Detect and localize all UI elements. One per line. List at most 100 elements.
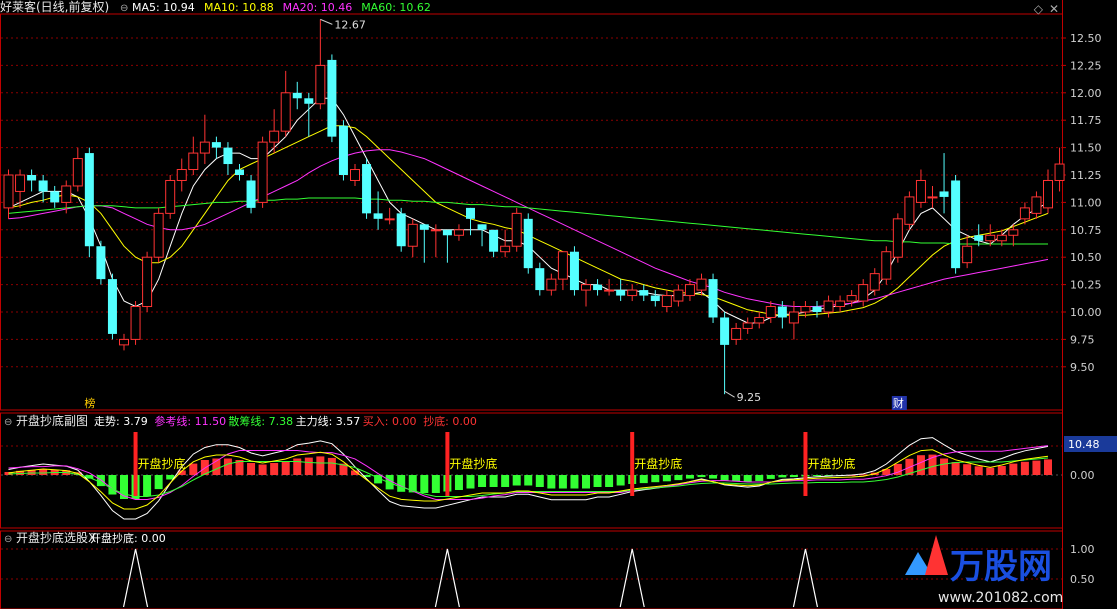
candle-body-down [84,153,94,247]
sub2-signal-peak [122,548,149,608]
candle-body-up [835,300,846,308]
candle-body-up [985,234,996,242]
histogram-bar-up [974,466,983,475]
candle-body-down [373,213,383,219]
candle-body-up [130,306,141,340]
histogram-bar-up [997,466,1006,475]
histogram-bar-down [593,475,602,487]
candle-body-down [107,279,117,334]
histogram-bar-up [951,462,960,475]
candle-body-down [523,218,533,269]
histogram-bar-up [304,457,313,475]
candle-body-up [858,284,869,302]
histogram-bar-down [605,475,614,487]
candle-body-down [650,295,660,302]
candle-body-up [823,300,834,313]
candle-body-down [489,229,499,252]
candle-body-down [616,290,626,296]
candle-body-down [235,169,244,175]
price-axis-label: 12.00 [1070,87,1102,100]
histogram-bar-down [120,475,128,499]
candle-body-up [846,295,857,302]
sub1-legend: 走势: 3.79 [94,415,148,428]
price-axis-label: 10.00 [1070,306,1102,319]
candle-body-up [696,278,707,291]
histogram-bar-down [489,475,498,487]
candle-body-down [951,180,961,269]
histogram-bar-up [1044,459,1052,475]
histogram-bar-up [293,458,302,475]
sub2-signal-peak [434,548,460,608]
candle-body-down [442,229,452,236]
candle-body-up [661,295,672,308]
histogram-bar-down [616,475,625,486]
histogram-bar-down [431,475,440,493]
sub2-title: 开盘抄底选股X [16,530,96,545]
sub1-title: 开盘抄底副图 [16,413,88,428]
histogram-bar-down [766,475,775,479]
candle-body-up [904,196,915,225]
price-axis-label: 11.00 [1070,196,1102,209]
candle-body-down [246,180,256,208]
sub2-axis-label: 0.50 [1070,573,1095,586]
price-axis-label: 10.25 [1070,279,1102,292]
histogram-bar-up [281,461,290,475]
candle-body-up [996,234,1007,242]
candle-body-down [720,317,730,345]
histogram-bar-down [154,475,163,490]
price-axis-label: 12.25 [1070,59,1102,72]
histogram-bar-up [986,467,995,475]
histogram-bar-down [582,475,590,489]
histogram-bar-down [501,475,510,487]
histogram-bar-down [732,475,741,481]
candle-body-up [684,284,695,297]
histogram-bar-up [316,456,325,475]
candle-body-down [38,180,48,192]
histogram-bar-down [420,475,429,493]
low-label: 9.25 [737,391,762,404]
candle-body-up [892,218,903,258]
candle-body-down [304,98,314,104]
ma-legend: MA10: 10.88 [204,1,274,14]
candle-body-up [742,322,753,329]
candle-body-up [557,251,568,280]
candle-body-up [350,169,360,181]
candle-body-down [292,92,302,99]
histogram-bar-down [143,475,152,496]
candle-body-up [1031,196,1042,214]
signal-label: 开盘抄底 [634,456,682,471]
candle-body-up [765,306,776,318]
histogram-bar-down [524,475,533,486]
candle-body-down [338,125,348,175]
candle-body-down [396,213,406,247]
candle-body-down [535,268,545,291]
chart-canvas[interactable]: 12.50 12.25 12.00 11.75 11.50 11.25 11.00 10.75… [0,0,1117,609]
candle-body-up [407,223,418,247]
histogram-bar-up [270,463,279,475]
candle-body-down [96,246,106,280]
candle-body-up [800,306,811,313]
watermark-brand: 万股网 [950,547,1052,587]
diamond-icon[interactable]: ◇ [1034,2,1043,16]
candle-body-up [604,289,615,292]
candle-body-up [1019,207,1030,220]
candle-body-up [500,245,511,253]
candle-body-up [153,212,164,258]
candle-body-up [927,196,938,199]
price-axis-label: 10.50 [1070,251,1102,264]
histogram-bar-up [39,469,48,475]
candle-body-up [430,229,441,232]
histogram-bar-down [478,475,487,487]
histogram-bar-up [327,457,336,475]
candle-body-down [639,290,649,296]
sub2-axis-label: 1.00 [1070,543,1095,556]
histogram-bar-up [247,463,256,475]
price-axis-label: 11.75 [1070,114,1102,127]
candle-body-down [466,207,475,219]
close-icon[interactable]: ✕ [1049,2,1059,16]
candle-body-up [788,311,799,324]
main-panel-border [0,13,1063,411]
histogram-bar-up [1032,460,1041,475]
histogram-bar-up [1009,463,1018,475]
ma-legend: MA20: 10.46 [283,1,353,14]
